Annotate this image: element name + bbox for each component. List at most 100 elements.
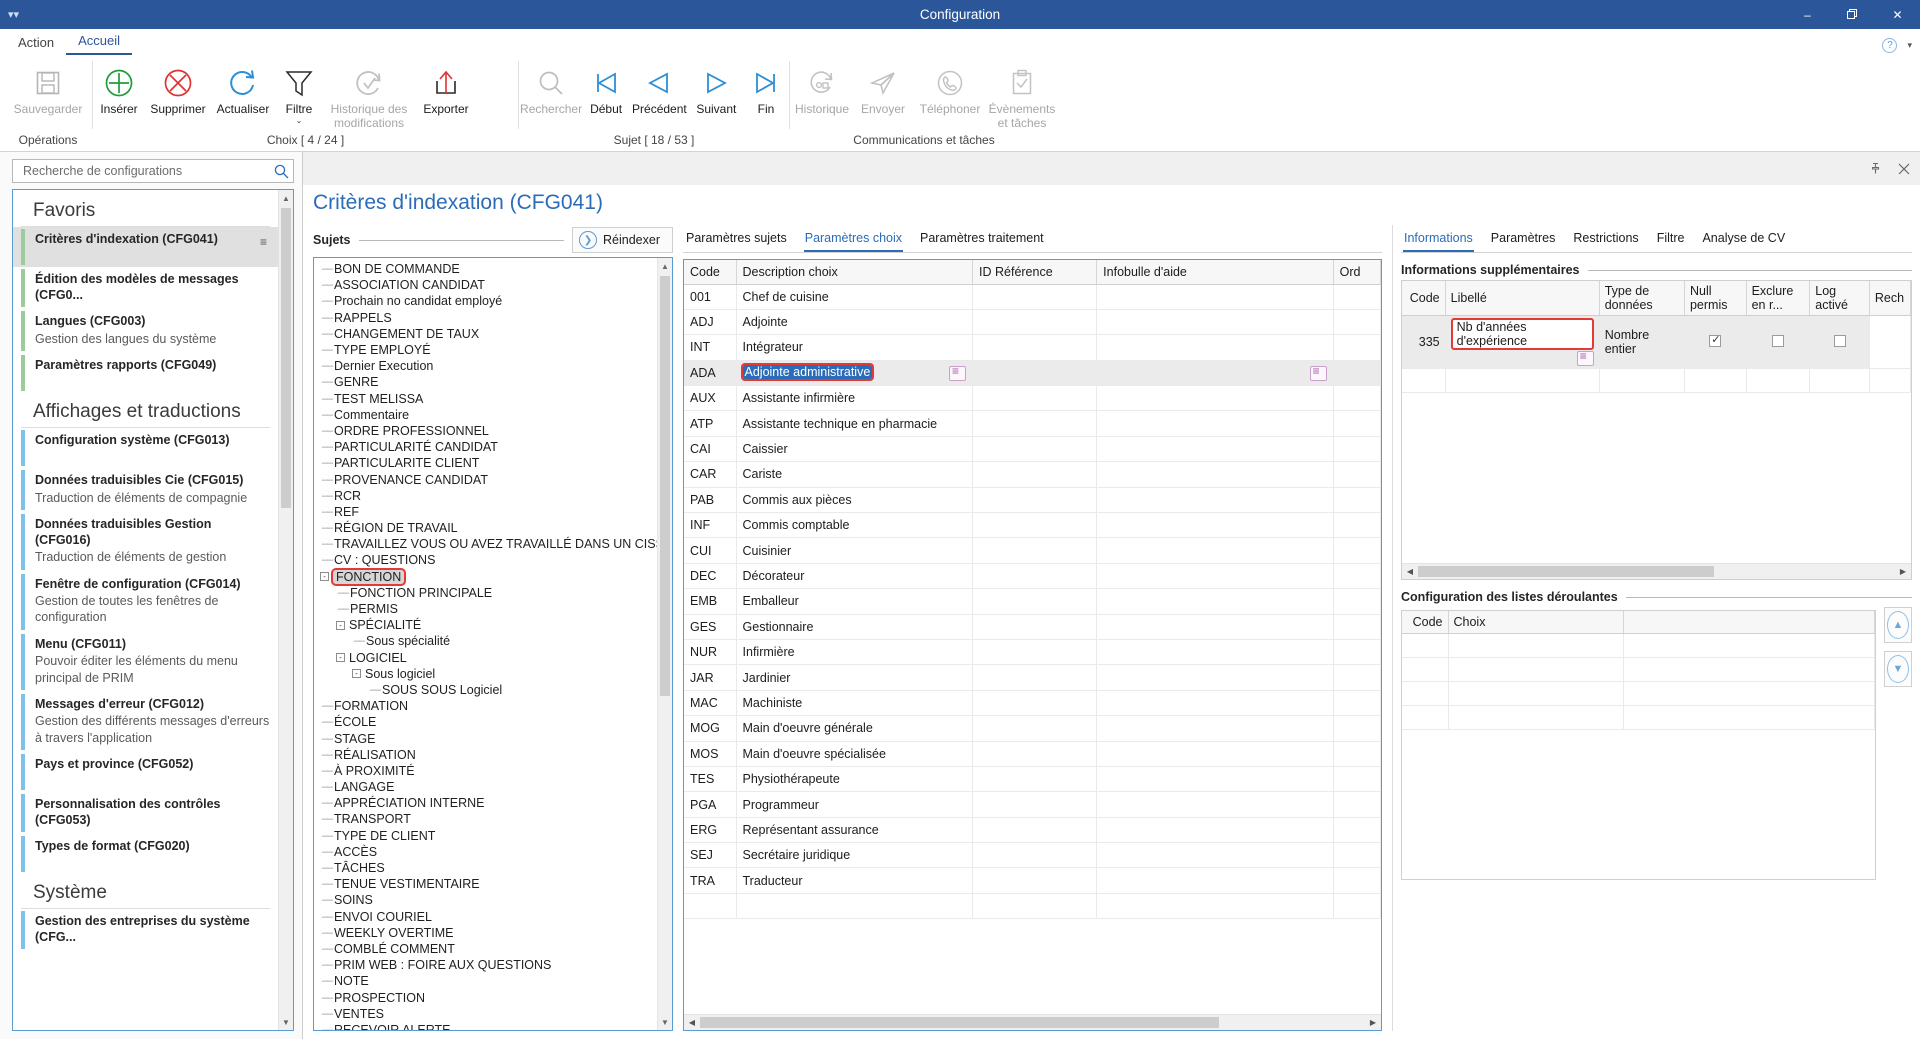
table-row[interactable]: MOSMain d'oeuvre spécialisée [684, 741, 1381, 766]
tree-node[interactable]: ––TEST MELISSA [320, 391, 657, 407]
cell-id-reference[interactable] [973, 462, 1097, 487]
tree-node[interactable]: ––STAGE [320, 730, 657, 746]
tree-node[interactable]: ––TYPE EMPLOYÉ [320, 342, 657, 358]
restore-button[interactable] [1830, 0, 1875, 29]
tree-node[interactable]: ––RÉGION DE TRAVAIL [320, 520, 657, 536]
col-ordre[interactable]: Ord [1333, 260, 1380, 284]
cell-infobulle[interactable] [1097, 462, 1334, 487]
tree-node[interactable]: ––RECEVOIR ALERTE [320, 1022, 657, 1030]
events-tasks-button[interactable]: Évènements et tâches [988, 63, 1056, 131]
cell-ordre[interactable] [1333, 462, 1380, 487]
tree-node[interactable]: ––PERMIS [320, 601, 657, 617]
cell-ordre[interactable] [1333, 614, 1380, 639]
cell-ordre[interactable] [1333, 386, 1380, 411]
table-row[interactable]: ERGReprésentant assurance [684, 817, 1381, 842]
cell-ordre[interactable] [1333, 487, 1380, 512]
sidebar-item-1-0[interactable]: Configuration système (CFG013) [13, 428, 278, 468]
cell-id-reference[interactable] [973, 335, 1097, 360]
cell-description[interactable]: Main d'oeuvre spécialisée [736, 741, 973, 766]
tab-parametres-choix[interactable]: Paramètres choix [804, 229, 903, 252]
cell-infobulle[interactable] [1097, 843, 1334, 868]
table-row[interactable]: MOGMain d'oeuvre générale [684, 716, 1381, 741]
tree-node[interactable]: ––PARTICULARITE CLIENT [320, 455, 657, 471]
tree-node[interactable]: ––LANGAGE [320, 779, 657, 795]
tree-expander-icon[interactable]: - [336, 621, 345, 630]
cell-description[interactable]: Physiothérapeute [736, 766, 973, 791]
pin-icon[interactable] [1869, 162, 1882, 175]
col-rech[interactable]: Rech [1869, 281, 1910, 316]
info-grid-row[interactable]: 335 Nb d'années d'expérience Nombre enti… [1402, 316, 1911, 369]
tree-node[interactable]: ––BON DE COMMANDE [320, 261, 657, 277]
cell-description[interactable]: Cuisinier [736, 538, 973, 563]
cell-infobulle[interactable] [1097, 360, 1334, 385]
hscroll-thumb[interactable] [1418, 566, 1714, 577]
dropdown-empty-row[interactable] [1402, 657, 1875, 681]
cell-description[interactable]: Caissier [736, 436, 973, 461]
close-button[interactable]: ✕ [1875, 0, 1920, 29]
reindex-button[interactable]: ❯ Réindexer [572, 227, 673, 253]
cell-id-reference[interactable] [973, 741, 1097, 766]
table-row[interactable]: NURInfirmière [684, 639, 1381, 664]
col-infobulle[interactable]: Infobulle d'aide [1097, 260, 1334, 284]
cell-infobulle[interactable] [1097, 716, 1334, 741]
cell-infobulle[interactable] [1097, 335, 1334, 360]
cell-description[interactable]: Commis aux pièces [736, 487, 973, 512]
cell-ordre[interactable] [1333, 360, 1380, 385]
table-row[interactable]: ADAAdjointe administrative [684, 360, 1381, 385]
tree-node[interactable]: ––CHANGEMENT DE TAUX [320, 326, 657, 342]
refresh-button[interactable]: Actualiser [211, 63, 275, 117]
sidebar-item-0-1[interactable]: Édition des modèles de messages (CFG0... [13, 267, 278, 309]
cell-description[interactable]: Emballeur [736, 589, 973, 614]
cell-id-reference[interactable] [973, 843, 1097, 868]
cell-ordre[interactable] [1333, 513, 1380, 538]
cell-description[interactable]: Intégrateur [736, 335, 973, 360]
cell-infobulle[interactable] [1097, 411, 1334, 436]
cell-id-reference[interactable] [973, 360, 1097, 385]
tree-node[interactable]: ––ENVOI COURIEL [320, 909, 657, 925]
hscroll-thumb[interactable] [700, 1017, 1219, 1028]
table-row[interactable]: GESGestionnaire [684, 614, 1381, 639]
tab-restrictions[interactable]: Restrictions [1572, 229, 1639, 252]
cell-description[interactable]: Jardinier [736, 665, 973, 690]
tree-node[interactable]: ––NOTE [320, 973, 657, 989]
tree-scrollbar[interactable]: ▲ ▼ [657, 258, 672, 1030]
cell-ordre[interactable] [1333, 690, 1380, 715]
cell-infobulle[interactable] [1097, 309, 1334, 334]
note-icon[interactable] [1577, 351, 1594, 366]
search-box[interactable] [12, 159, 294, 183]
tree-node[interactable]: ––APPRÉCIATION INTERNE [320, 795, 657, 811]
cell-infobulle[interactable] [1097, 538, 1334, 563]
sidebar-item-1-2[interactable]: Données traduisibles Gestion (CFG016)Tra… [13, 512, 278, 572]
cell-id-reference[interactable] [973, 868, 1097, 893]
tree-expander-icon[interactable]: - [336, 653, 345, 662]
exclure-checkbox[interactable] [1772, 335, 1784, 347]
table-row[interactable]: MACMachiniste [684, 690, 1381, 715]
cell-exclure[interactable] [1746, 316, 1810, 369]
cell-infobulle[interactable] [1097, 817, 1334, 842]
table-row[interactable]: CAICaissier [684, 436, 1381, 461]
cell-description[interactable]: Cariste [736, 462, 973, 487]
sidebar-item-1-5[interactable]: Messages d'erreur (CFG012)Gestion des di… [13, 692, 278, 752]
scroll-right-icon[interactable]: ▶ [1365, 1018, 1381, 1027]
tree-node[interactable]: ––GENRE [320, 374, 657, 390]
cell-ordre[interactable] [1333, 284, 1380, 309]
cell-id-reference[interactable] [973, 690, 1097, 715]
move-up-button[interactable]: ▲ [1884, 607, 1912, 643]
cell-log-active[interactable] [1810, 316, 1870, 369]
table-row[interactable]: DECDécorateur [684, 563, 1381, 588]
modification-history-button[interactable]: Historique des modifications [323, 63, 415, 131]
tree-node[interactable]: ––PROVENANCE CANDIDAT [320, 471, 657, 487]
tree-node[interactable]: ––SOINS [320, 892, 657, 908]
tree-node[interactable]: -SPÉCIALITÉ [320, 617, 657, 633]
tree-scroll-thumb[interactable] [660, 276, 670, 696]
cell-description[interactable]: Adjointe [736, 309, 973, 334]
cell-description[interactable]: Chef de cuisine [736, 284, 973, 309]
tree-node[interactable]: ––ASSOCIATION CANDIDAT [320, 277, 657, 293]
hamburger-icon[interactable]: ≡ [260, 227, 278, 267]
search-icon[interactable] [274, 164, 289, 179]
cell-id-reference[interactable] [973, 766, 1097, 791]
cell-id-reference[interactable] [973, 817, 1097, 842]
cell-description[interactable]: Commis comptable [736, 513, 973, 538]
table-row[interactable]: 001Chef de cuisine [684, 284, 1381, 309]
tree-node[interactable]: ––TRANSPORT [320, 811, 657, 827]
